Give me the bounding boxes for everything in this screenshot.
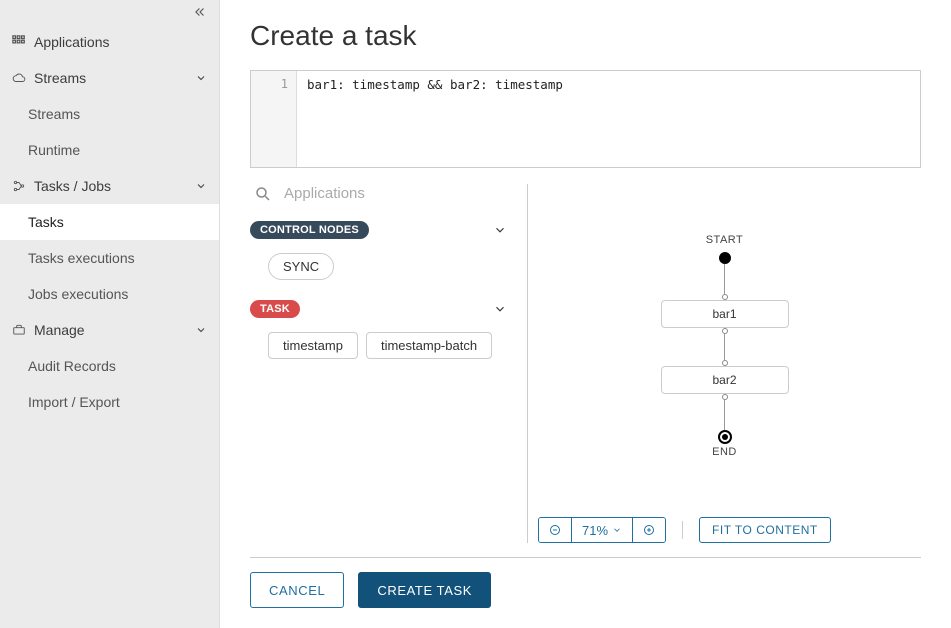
- nav-subitem-runtime[interactable]: Runtime: [0, 132, 219, 168]
- graph-edge: [724, 264, 725, 294]
- workspace: CONTROL NODES SYNC TASK timestamp timest…: [250, 184, 921, 558]
- palette-group-task[interactable]: TASK: [250, 294, 511, 324]
- sidebar: Applications Streams Streams Runtime Tas…: [0, 0, 220, 628]
- chevron-down-icon: [493, 302, 507, 316]
- canvas-toolbar: 71% FIT TO CONTENT: [538, 507, 921, 543]
- palette-item-timestamp[interactable]: timestamp: [268, 332, 358, 359]
- page-title: Create a task: [250, 20, 921, 52]
- cancel-button[interactable]: CANCEL: [250, 572, 344, 608]
- graph-end-node[interactable]: [718, 430, 732, 444]
- zoom-control: 71%: [538, 517, 666, 543]
- nav-subitem-jobs-executions[interactable]: Jobs executions: [0, 276, 219, 312]
- nav: Applications Streams Streams Runtime Tas…: [0, 24, 219, 420]
- zoom-value: 71%: [582, 523, 608, 538]
- palette: CONTROL NODES SYNC TASK timestamp timest…: [250, 184, 528, 543]
- actions: CANCEL CREATE TASK: [250, 572, 921, 608]
- fit-to-content-button[interactable]: FIT TO CONTENT: [699, 517, 831, 543]
- nav-label: Applications: [34, 34, 110, 50]
- palette-search-input[interactable]: [282, 184, 507, 203]
- plus-circle-icon: [643, 524, 655, 536]
- palette-item-timestamp-batch[interactable]: timestamp-batch: [366, 332, 492, 359]
- graph-start-label: START: [706, 234, 744, 246]
- graph-start-node[interactable]: [719, 252, 731, 264]
- search-icon: [254, 185, 272, 203]
- editor-line-number: 1: [251, 71, 297, 167]
- nav-item-streams[interactable]: Streams: [0, 60, 219, 96]
- graph-node-bar1[interactable]: bar1: [661, 300, 789, 328]
- dsl-editor[interactable]: 1 bar1: timestamp && bar2: timestamp: [250, 70, 921, 168]
- nav-item-manage[interactable]: Manage: [0, 312, 219, 348]
- nav-subitem-tasks[interactable]: Tasks: [0, 204, 219, 240]
- zoom-in-button[interactable]: [633, 518, 665, 542]
- graph-edge: [724, 400, 725, 430]
- nav-subitem-streams[interactable]: Streams: [0, 96, 219, 132]
- zoom-value-dropdown[interactable]: 71%: [571, 518, 633, 542]
- group-pill: TASK: [250, 300, 300, 318]
- chevron-down-icon: [195, 72, 207, 84]
- graph-end-label: END: [712, 446, 737, 458]
- nav-label: Streams: [34, 70, 86, 86]
- nav-subitem-import-export[interactable]: Import / Export: [0, 384, 219, 420]
- main: Create a task 1 bar1: timestamp && bar2:…: [220, 0, 951, 628]
- nav-item-applications[interactable]: Applications: [0, 24, 219, 60]
- chevron-down-icon: [612, 525, 622, 535]
- nav-label: Tasks / Jobs: [34, 178, 111, 194]
- toolbox-icon: [12, 323, 26, 337]
- nav-subitem-tasks-executions[interactable]: Tasks executions: [0, 240, 219, 276]
- chevron-down-icon: [195, 324, 207, 336]
- editor-code[interactable]: bar1: timestamp && bar2: timestamp: [297, 71, 920, 167]
- tasks-icon: [12, 179, 26, 193]
- sidebar-collapse-button[interactable]: [0, 0, 219, 24]
- chevron-down-icon: [195, 180, 207, 192]
- minus-circle-icon: [549, 524, 561, 536]
- group-pill: CONTROL NODES: [250, 221, 369, 239]
- divider: [682, 521, 683, 539]
- nav-subitem-audit-records[interactable]: Audit Records: [0, 348, 219, 384]
- graph-node-bar2[interactable]: bar2: [661, 366, 789, 394]
- double-chevron-left-icon: [193, 5, 207, 19]
- cloud-icon: [12, 71, 26, 85]
- graph-edge: [724, 334, 725, 360]
- grid-icon: [12, 35, 26, 49]
- create-task-button[interactable]: CREATE TASK: [358, 572, 491, 608]
- chevron-down-icon: [493, 223, 507, 237]
- nav-item-tasks-jobs[interactable]: Tasks / Jobs: [0, 168, 219, 204]
- palette-item-sync[interactable]: SYNC: [268, 253, 334, 280]
- nav-label: Manage: [34, 322, 85, 338]
- zoom-out-button[interactable]: [539, 518, 571, 542]
- palette-group-control-nodes[interactable]: CONTROL NODES: [250, 215, 511, 245]
- graph-canvas[interactable]: START bar1 bar2 END: [528, 184, 921, 507]
